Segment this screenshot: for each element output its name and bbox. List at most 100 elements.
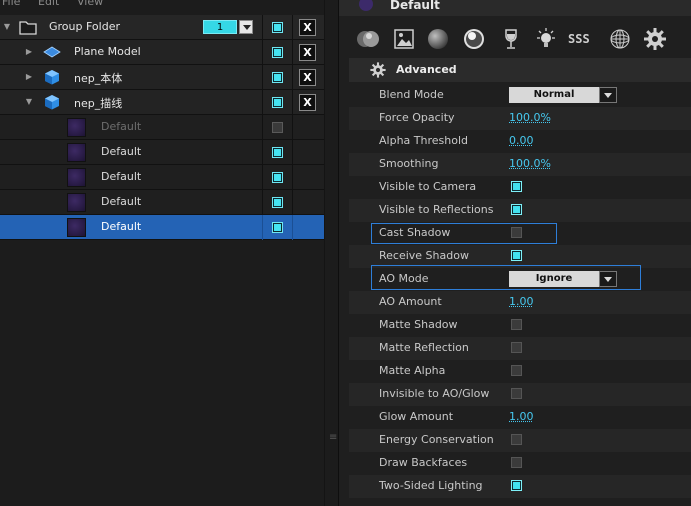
- visible-to-reflections-checkbox[interactable]: [511, 204, 522, 215]
- prop-label: Draw Backfaces: [379, 456, 468, 469]
- blend-mode-dropdown[interactable]: Normal: [509, 87, 617, 103]
- column-divider: [262, 115, 263, 140]
- prop-invisible-to-ao-glow: Invisible to AO/Glow: [349, 383, 691, 406]
- prop-label: AO Amount: [379, 295, 442, 308]
- prop-label: Matte Shadow: [379, 318, 458, 331]
- tree-label: Default: [101, 170, 142, 183]
- dropdown-value[interactable]: Ignore: [509, 271, 599, 287]
- tree-row-plane-model[interactable]: ▶ Plane Model X: [0, 40, 324, 65]
- cast-shadow-checkbox[interactable]: [511, 227, 522, 238]
- material-swatch-icon: [67, 168, 86, 187]
- tree-label: Default: [101, 145, 142, 158]
- wine-glass-icon[interactable]: [498, 26, 524, 52]
- folder-icon: [19, 19, 37, 35]
- prop-label: Force Opacity: [379, 111, 455, 124]
- matte-alpha-checkbox[interactable]: [511, 365, 522, 376]
- diffuse-sphere-icon[interactable]: [425, 26, 451, 52]
- visibility-checkbox[interactable]: [272, 172, 283, 183]
- column-divider: [262, 140, 263, 165]
- material-sphere-icon[interactable]: [355, 26, 381, 52]
- visibility-checkbox[interactable]: [272, 22, 283, 33]
- collapse-arrow-icon[interactable]: ▼: [24, 96, 34, 108]
- material-swatch-icon: [67, 193, 86, 212]
- cube-model-icon: [43, 69, 61, 85]
- menu-view[interactable]: View: [77, 0, 103, 8]
- visibility-checkbox[interactable]: [272, 147, 283, 158]
- remove-button[interactable]: X: [299, 69, 316, 86]
- visibility-checkbox[interactable]: [272, 122, 283, 133]
- prop-draw-backfaces: Draw Backfaces: [349, 452, 691, 475]
- expand-arrow-icon[interactable]: ▼: [2, 21, 12, 33]
- gear-icon[interactable]: [642, 26, 668, 52]
- tree-row-material-selected[interactable]: Default: [0, 215, 324, 240]
- visibility-checkbox[interactable]: [272, 72, 283, 83]
- tree-row-material[interactable]: Default: [0, 190, 324, 215]
- prop-cast-shadow: Cast Shadow: [349, 222, 691, 245]
- remove-button[interactable]: X: [299, 94, 316, 111]
- glow-amount-value[interactable]: 1.00: [509, 410, 534, 423]
- gear-icon: [369, 61, 387, 79]
- menu-edit[interactable]: Edit: [38, 0, 59, 8]
- menu-file[interactable]: File: [2, 0, 20, 8]
- prop-two-sided-lighting: Two-Sided Lighting: [349, 475, 691, 498]
- wireframe-sphere-icon[interactable]: [607, 26, 633, 52]
- invisible-to-ao-glow-checkbox[interactable]: [511, 388, 522, 399]
- chevron-down-icon[interactable]: [599, 271, 617, 287]
- tree-row-group-folder[interactable]: ▼ Group Folder 1 X: [0, 15, 324, 40]
- sss-icon[interactable]: SSS: [568, 26, 598, 52]
- tree-row-material[interactable]: Default: [0, 115, 324, 140]
- tree-row-material[interactable]: Default: [0, 165, 324, 190]
- prop-label: Two-Sided Lighting: [379, 479, 483, 492]
- material-inspector-panel: Default SSS Advanced Blend Mode Normal F…: [338, 0, 691, 506]
- remove-button[interactable]: X: [299, 19, 316, 36]
- smoothing-value[interactable]: 100.0%: [509, 157, 551, 170]
- prop-smoothing: Smoothing 100.0%: [349, 153, 691, 176]
- chevron-down-icon[interactable]: [239, 20, 253, 34]
- force-opacity-value[interactable]: 100.0%: [509, 111, 551, 124]
- visibility-checkbox[interactable]: [272, 197, 283, 208]
- ao-amount-value[interactable]: 1.00: [509, 295, 534, 308]
- tree-row-material[interactable]: Default: [0, 140, 324, 165]
- light-bulb-icon[interactable]: [533, 26, 559, 52]
- prop-label: Visible to Camera: [379, 180, 477, 193]
- column-divider: [262, 190, 263, 215]
- inspector-tabs: SSS: [339, 24, 691, 54]
- menu-bar: File Edit View: [0, 0, 338, 9]
- splitter-grip-icon[interactable]: ≡: [329, 432, 337, 443]
- group-count-value[interactable]: 1: [203, 20, 237, 34]
- ao-mode-dropdown[interactable]: Ignore: [509, 271, 617, 287]
- plane-model-icon: [43, 44, 61, 60]
- visibility-checkbox[interactable]: [272, 97, 283, 108]
- column-divider: [292, 90, 293, 115]
- prop-ao-mode: AO Mode Ignore: [349, 268, 691, 291]
- group-count-spinbox[interactable]: 1: [203, 20, 253, 34]
- expand-arrow-icon[interactable]: ▶: [24, 71, 34, 83]
- prop-energy-conservation: Energy Conservation: [349, 429, 691, 452]
- tree-label: Default: [101, 195, 142, 208]
- remove-button[interactable]: X: [299, 44, 316, 61]
- matte-shadow-checkbox[interactable]: [511, 319, 522, 330]
- panel-splitter[interactable]: ≡: [324, 0, 338, 506]
- expand-arrow-icon[interactable]: ▶: [24, 46, 34, 58]
- dropdown-value[interactable]: Normal: [509, 87, 599, 103]
- chevron-down-icon[interactable]: [599, 87, 617, 103]
- column-divider: [292, 115, 293, 140]
- texture-icon[interactable]: [391, 26, 417, 52]
- prop-label: Blend Mode: [379, 88, 444, 101]
- two-sided-lighting-checkbox[interactable]: [511, 480, 522, 491]
- prop-visible-to-reflections: Visible to Reflections: [349, 199, 691, 222]
- prop-label: Cast Shadow: [379, 226, 451, 239]
- matte-reflection-checkbox[interactable]: [511, 342, 522, 353]
- alpha-threshold-value[interactable]: 0.00: [509, 134, 534, 147]
- advanced-section-header[interactable]: Advanced: [349, 58, 691, 82]
- prop-ao-amount: AO Amount 1.00: [349, 291, 691, 314]
- visibility-checkbox[interactable]: [272, 222, 283, 233]
- tree-row-nep-body[interactable]: ▶ nep_本体 X: [0, 65, 324, 90]
- visibility-checkbox[interactable]: [272, 47, 283, 58]
- energy-conservation-checkbox[interactable]: [511, 434, 522, 445]
- visible-to-camera-checkbox[interactable]: [511, 181, 522, 192]
- tree-row-nep-lines[interactable]: ▼ nep_描线 X: [0, 90, 324, 115]
- receive-shadow-checkbox[interactable]: [511, 250, 522, 261]
- draw-backfaces-checkbox[interactable]: [511, 457, 522, 468]
- specular-sphere-icon[interactable]: [461, 26, 487, 52]
